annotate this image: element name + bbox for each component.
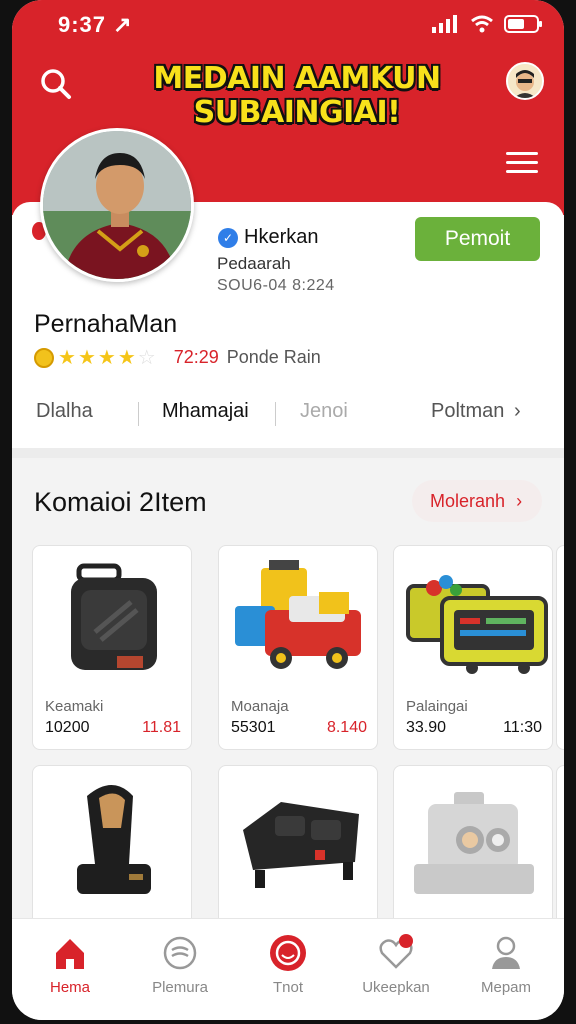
section-title: Komaioi 2Item [34, 487, 207, 517]
see-more-button[interactable]: Moleranh › [412, 480, 542, 522]
chevron-right-icon: › [513, 400, 521, 422]
product-price-alt: 8.140 [326, 719, 367, 736]
chat-icon [163, 936, 197, 970]
nav-label: Tnot [272, 979, 303, 996]
verified-badge-icon: ✓ [218, 227, 238, 248]
menu-button[interactable] [506, 148, 538, 176]
home-icon [56, 939, 84, 969]
star-empty-icon: ☆ [137, 346, 156, 369]
status-time: 9:37 ↗ [58, 12, 133, 37]
product-image [33, 546, 191, 691]
nav-item-center[interactable]: Tnot [238, 933, 338, 996]
tab-jenoi[interactable]: Jenoi [300, 400, 348, 423]
menu-line [506, 152, 538, 155]
wifi-icon [471, 15, 493, 33]
tab-divider [275, 402, 276, 426]
product-card[interactable]: Palaingai 33.90 11:30 [393, 545, 553, 750]
person-icon [492, 936, 520, 969]
product-image [219, 546, 377, 691]
tab-divider [138, 402, 139, 426]
tab-dlalha[interactable]: Dlalha [36, 400, 93, 423]
heart-notification-icon [379, 934, 413, 969]
nav-label: Plemura [152, 979, 208, 996]
verified-label: Hkerkan [244, 226, 319, 248]
product-price: 33.90 [406, 719, 447, 736]
nav-label: Ukeepkan [362, 979, 430, 996]
star-icon: ★ [117, 346, 136, 369]
banner-line-2: SUBAINGIAI! [193, 95, 401, 130]
speaker-icon [71, 563, 157, 670]
nav-item-profile[interactable]: Mepam [456, 933, 556, 996]
product-price: 10200 [45, 719, 90, 736]
chevron-right-icon: › [516, 491, 523, 511]
rating-row: ★ ★ ★ ★ ☆ 72:29 Ponde Rain [34, 347, 321, 368]
store-name: PernahaMan [34, 310, 178, 338]
product-image [394, 766, 552, 911]
menu-line [506, 161, 538, 164]
battery-icon [504, 15, 542, 33]
product-name: Moanaja [231, 698, 289, 715]
section-divider [12, 448, 564, 458]
bottom-nav: Hema Plemura Tnot Ukeepkan Mepam [12, 918, 564, 1020]
avatar-face-icon [508, 64, 542, 98]
black-case-icon [243, 802, 359, 888]
product-image [394, 546, 552, 691]
nav-item-home[interactable]: Hema [20, 933, 120, 996]
nav-item-favorites[interactable]: Ukeepkan [346, 933, 446, 996]
product-image [33, 766, 191, 911]
coin-icon [34, 347, 54, 368]
circle-button-icon [270, 935, 306, 971]
profile-subtitle: Pedaarah [217, 254, 291, 273]
status-bar: 9:37 ↗ [12, 0, 564, 50]
product-price-alt: 11.81 [142, 719, 181, 736]
verified-row: ✓ Hkerkan [218, 226, 318, 249]
search-icon [41, 69, 71, 99]
product-image [219, 766, 377, 911]
handheld-device-icon [77, 785, 151, 894]
product-card-partial[interactable] [556, 545, 564, 750]
signal-icon [432, 15, 457, 33]
nav-label: Hema [49, 979, 90, 996]
menu-line [506, 170, 538, 173]
search-button[interactable] [38, 66, 74, 102]
profile-photo[interactable] [40, 128, 194, 282]
product-price-alt: 11:30 [503, 719, 542, 736]
projector-icon [414, 792, 534, 894]
user-avatar[interactable] [506, 62, 544, 100]
tab-poltman[interactable]: Poltman › [431, 400, 521, 423]
status-icons [432, 14, 544, 34]
phone-screen: 9:37 ↗ MEDAIN AAMKUN SUBAINGIAI! ✓ Hkerk… [12, 0, 564, 1020]
rating-value: 72:29 [173, 347, 219, 367]
player-photo-icon [43, 131, 191, 279]
tab-mhamajai[interactable]: Mhamajai [162, 400, 249, 423]
toy-truck-icon [235, 560, 361, 669]
star-icon: ★ [58, 346, 76, 369]
product-price: 55301 [231, 719, 276, 736]
nav-label: Mepam [480, 979, 532, 996]
banner-line-1: MEDAIN AAMKUN [153, 61, 441, 96]
product-card[interactable]: Keamaki 10200 11.81 [32, 545, 192, 750]
product-card[interactable]: Moanaja 55301 8.140 [218, 545, 378, 750]
product-name: Palaingai [406, 698, 468, 715]
nav-item-chat[interactable]: Plemura [130, 933, 230, 996]
star-icon: ★ [77, 346, 96, 369]
banner-title: MEDAIN AAMKUN SUBAINGIAI! [152, 62, 442, 130]
game-box-icon [406, 575, 548, 674]
follow-button[interactable]: Pemoit [415, 217, 540, 261]
product-name: Keamaki [45, 698, 104, 715]
rating-label: Ponde Rain [226, 347, 321, 367]
profile-date: SOU6-04 8:224 [217, 277, 335, 294]
profile-tabs: Dlalha Mhamajai Jenoi Poltman › [12, 390, 564, 438]
star-icon: ★ [97, 346, 116, 369]
